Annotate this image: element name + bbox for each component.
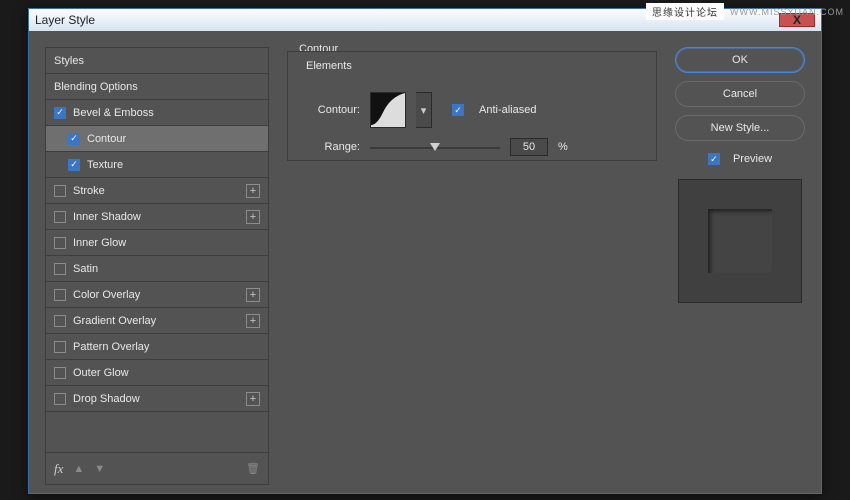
color-overlay-row[interactable]: Color Overlay + [46, 282, 268, 308]
pattern-overlay-row[interactable]: Pattern Overlay [46, 334, 268, 360]
contour-preset-dropdown[interactable]: ▾ [416, 92, 432, 128]
bevel-emboss-row[interactable]: Bevel & Emboss [46, 100, 268, 126]
range-unit: % [558, 141, 568, 153]
color-overlay-add-icon[interactable]: + [246, 288, 260, 302]
effects-list: Styles Blending Options Bevel & Emboss C… [45, 47, 269, 485]
anti-aliased-checkbox[interactable] [452, 104, 464, 116]
pattern-overlay-checkbox[interactable] [54, 341, 66, 353]
stroke-label: Stroke [73, 185, 105, 197]
window-title: Layer Style [35, 13, 95, 27]
outer-glow-label: Outer Glow [73, 367, 129, 379]
drop-shadow-row[interactable]: Drop Shadow + [46, 386, 268, 412]
range-slider-knob[interactable] [430, 143, 440, 151]
inner-glow-row[interactable]: Inner Glow [46, 230, 268, 256]
stroke-checkbox[interactable] [54, 185, 66, 197]
satin-checkbox[interactable] [54, 263, 66, 275]
contour-field-label: Contour: [302, 104, 360, 116]
layer-style-dialog: Layer Style X Styles Blending Options Be… [28, 8, 822, 494]
cancel-label: Cancel [723, 88, 757, 100]
contour-row[interactable]: Contour [46, 126, 268, 152]
new-style-label: New Style... [711, 122, 770, 134]
dialog-actions: OK Cancel New Style... Preview [675, 47, 805, 485]
cancel-button[interactable]: Cancel [675, 81, 805, 107]
contour-label: Contour [87, 133, 126, 145]
styles-row[interactable]: Styles [46, 48, 268, 74]
satin-label: Satin [73, 263, 98, 275]
ok-button[interactable]: OK [675, 47, 805, 73]
watermark-brand: 思缘设计论坛 [646, 3, 724, 20]
texture-label: Texture [87, 159, 123, 171]
bevel-label: Bevel & Emboss [73, 107, 154, 119]
settings-panel: Contour Elements Contour: ▾ Anti-aliased… [287, 47, 657, 485]
gradient-overlay-label: Gradient Overlay [73, 315, 156, 327]
trash-icon[interactable]: 🗑 [246, 462, 260, 475]
inner-shadow-checkbox[interactable] [54, 211, 66, 223]
stroke-add-icon[interactable]: + [246, 184, 260, 198]
preview-checkbox[interactable] [708, 153, 720, 165]
outer-glow-checkbox[interactable] [54, 367, 66, 379]
elements-heading: Elements [306, 60, 352, 72]
move-down-icon[interactable]: ▼ [94, 463, 105, 475]
inner-shadow-label: Inner Shadow [73, 211, 141, 223]
move-up-icon[interactable]: ▲ [73, 463, 84, 475]
anti-aliased-label: Anti-aliased [479, 104, 536, 116]
inner-shadow-add-icon[interactable]: + [246, 210, 260, 224]
new-style-button[interactable]: New Style... [675, 115, 805, 141]
watermark-site: WWW.MISSYUAN.COM [730, 7, 844, 17]
gradient-overlay-row[interactable]: Gradient Overlay + [46, 308, 268, 334]
watermark: 思缘设计论坛 WWW.MISSYUAN.COM [646, 3, 844, 20]
texture-checkbox[interactable] [68, 159, 80, 171]
preview-swatch [678, 179, 802, 303]
blending-label: Blending Options [54, 81, 138, 93]
color-overlay-checkbox[interactable] [54, 289, 66, 301]
effects-footer: fx ▲ ▼ 🗑 [46, 452, 268, 484]
blending-options-row[interactable]: Blending Options [46, 74, 268, 100]
inner-glow-checkbox[interactable] [54, 237, 66, 249]
range-label: Range: [302, 141, 360, 153]
drop-shadow-checkbox[interactable] [54, 393, 66, 405]
satin-row[interactable]: Satin [46, 256, 268, 282]
outer-glow-row[interactable]: Outer Glow [46, 360, 268, 386]
drop-shadow-add-icon[interactable]: + [246, 392, 260, 406]
inner-glow-label: Inner Glow [73, 237, 126, 249]
preview-label: Preview [733, 153, 772, 165]
contour-checkbox[interactable] [68, 133, 80, 145]
inner-shadow-row[interactable]: Inner Shadow + [46, 204, 268, 230]
range-value-input[interactable]: 50 [510, 138, 548, 156]
color-overlay-label: Color Overlay [73, 289, 140, 301]
bevel-checkbox[interactable] [54, 107, 66, 119]
ok-label: OK [732, 54, 748, 66]
stroke-row[interactable]: Stroke + [46, 178, 268, 204]
chevron-down-icon: ▾ [421, 104, 427, 117]
texture-row[interactable]: Texture [46, 152, 268, 178]
preview-thumb [708, 209, 772, 273]
fx-menu-icon[interactable]: fx [54, 461, 63, 477]
contour-preset-thumb[interactable] [370, 92, 406, 128]
drop-shadow-label: Drop Shadow [73, 393, 140, 405]
gradient-overlay-checkbox[interactable] [54, 315, 66, 327]
range-slider[interactable] [370, 140, 500, 154]
pattern-overlay-label: Pattern Overlay [73, 341, 149, 353]
gradient-overlay-add-icon[interactable]: + [246, 314, 260, 328]
styles-label: Styles [54, 55, 84, 67]
